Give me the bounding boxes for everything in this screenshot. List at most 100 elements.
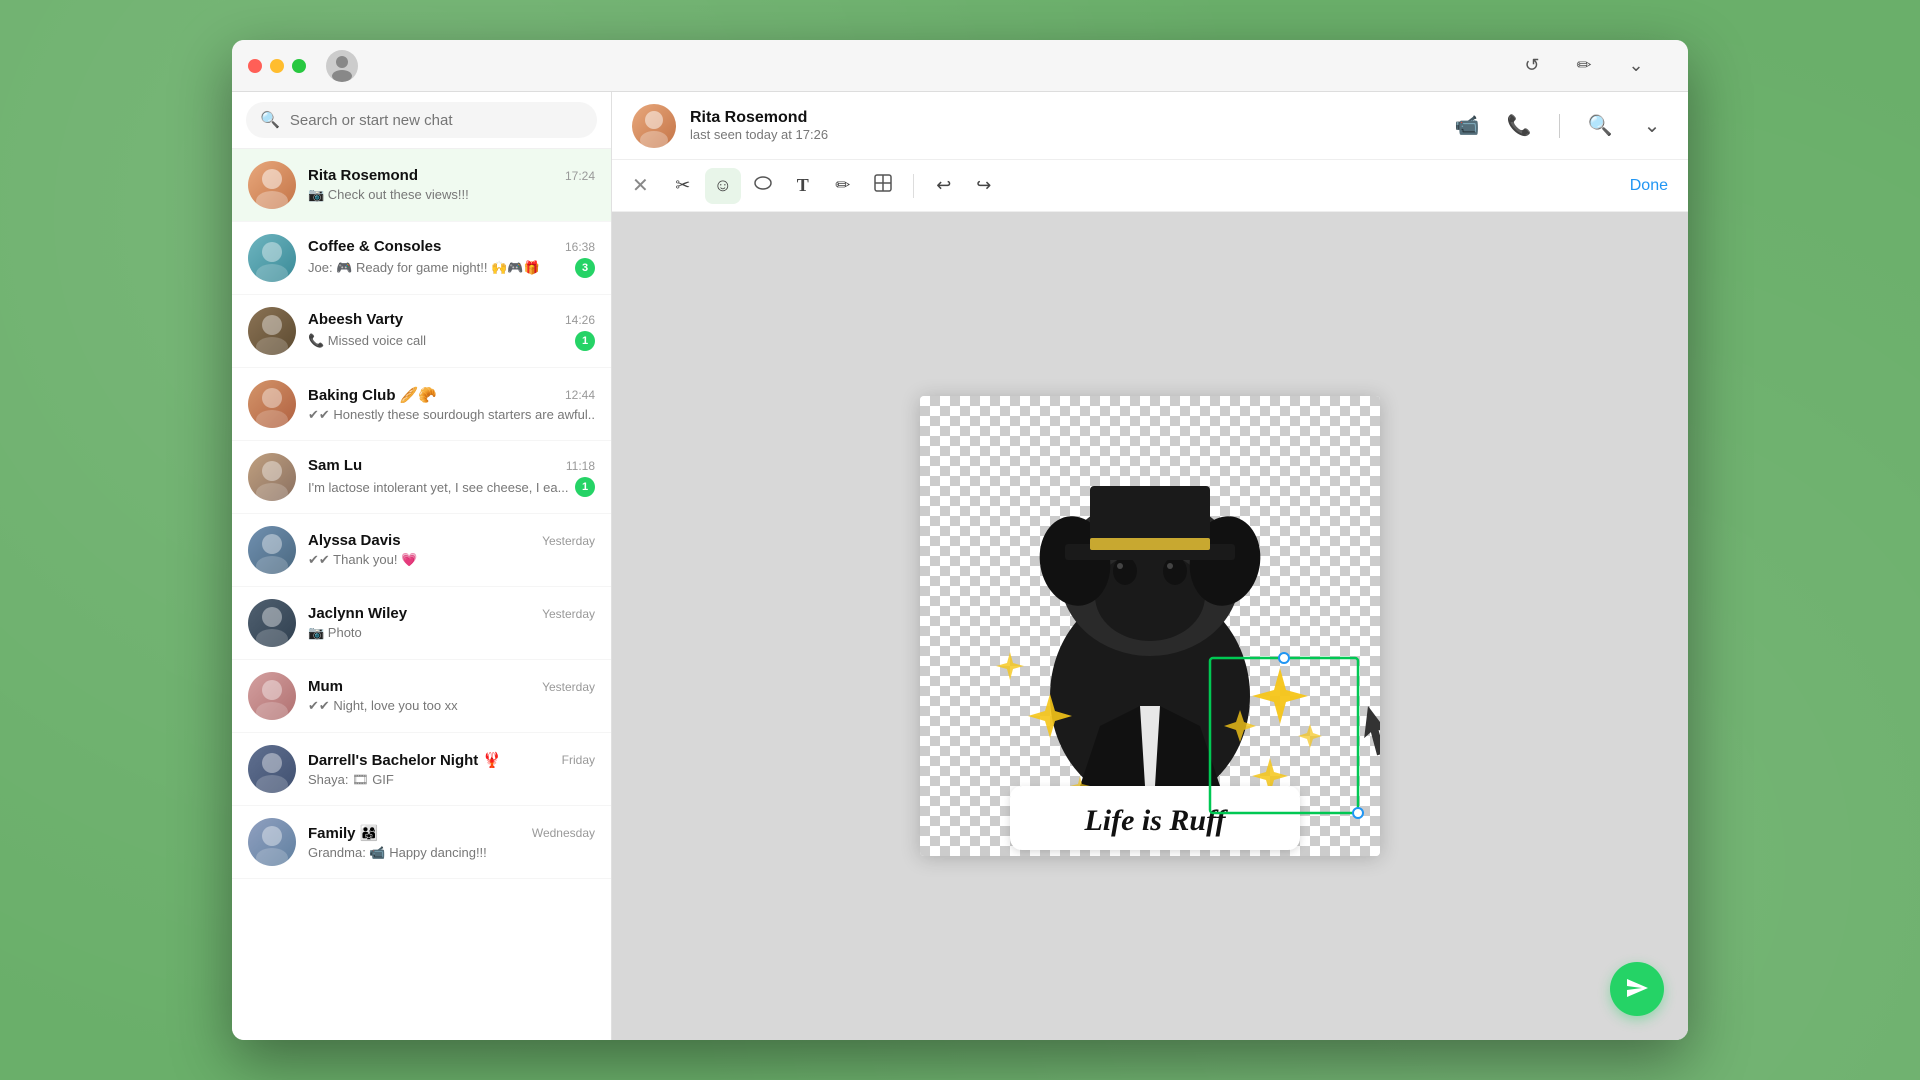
- chat-name: Darrell's Bachelor Night 🦞: [308, 751, 501, 769]
- search-bar: 🔍: [232, 92, 611, 149]
- refresh-button[interactable]: ↺: [1516, 50, 1548, 82]
- chat-item[interactable]: Sam Lu 11:18 I'm lactose intolerant yet,…: [232, 441, 611, 514]
- maximize-button[interactable]: [292, 59, 306, 73]
- chat-name: Abeesh Varty: [308, 311, 403, 328]
- avatar: [248, 672, 296, 720]
- video-call-button[interactable]: 📹: [1451, 110, 1483, 142]
- canvas-svg: Life is Ruff: [920, 396, 1380, 856]
- unread-badge: 3: [575, 258, 595, 278]
- undo-icon: ↩: [936, 175, 951, 196]
- pen-tool-button[interactable]: ✏: [825, 168, 861, 204]
- chat-info: Mum Yesterday ✔✔ Night, love you too xx: [308, 678, 595, 714]
- sidebar: 🔍 Rita Rosemond 17:24: [232, 92, 612, 1040]
- avatar: [248, 161, 296, 209]
- close-icon: ✕: [632, 175, 649, 197]
- dropdown-icon: ⌄: [1628, 55, 1643, 76]
- contact-info: Rita Rosemond last seen today at 17:26: [690, 109, 1437, 142]
- chat-name: Jaclynn Wiley: [308, 605, 407, 622]
- search-icon: 🔍: [1588, 113, 1613, 138]
- avatar: [248, 307, 296, 355]
- more-icon: ⌄: [1644, 113, 1661, 138]
- redo-icon: ↪: [976, 175, 991, 196]
- chat-preview: Shaya: 🎞 GIF: [308, 772, 595, 788]
- avatar: [248, 599, 296, 647]
- send-button[interactable]: [1610, 962, 1664, 1016]
- chat-info: Abeesh Varty 14:26 📞 Missed voice call 1: [308, 311, 595, 351]
- avatar: [248, 380, 296, 428]
- transform-icon: [873, 173, 893, 198]
- contact-actions: 📹 📞 🔍 ⌄: [1451, 110, 1668, 142]
- more-button[interactable]: ⌄: [1636, 110, 1668, 142]
- divider: [1559, 114, 1560, 138]
- emoji-tool-button[interactable]: ☺: [705, 168, 741, 204]
- close-button[interactable]: [248, 59, 262, 73]
- image-canvas[interactable]: Life is Ruff: [920, 396, 1380, 856]
- avatar: [248, 453, 296, 501]
- search-input[interactable]: [290, 112, 583, 129]
- lasso-tool-button[interactable]: [745, 168, 781, 204]
- toolbar-separator: [913, 174, 914, 198]
- emoji-icon: ☺: [714, 175, 732, 196]
- chat-preview: ✔✔ Honestly these sourdough starters are…: [308, 407, 595, 423]
- chat-info: Coffee & Consoles 16:38 Joe: 🎮 Ready for…: [308, 238, 595, 278]
- chat-preview: ✔✔ Thank you! 💗: [308, 552, 595, 568]
- chat-time: Wednesday: [532, 826, 595, 840]
- chat-info: Rita Rosemond 17:24 📷 Check out these vi…: [308, 167, 595, 203]
- search-button[interactable]: 🔍: [1584, 110, 1616, 142]
- text-tool-button[interactable]: T: [785, 168, 821, 204]
- dropdown-button[interactable]: ⌄: [1620, 50, 1652, 82]
- redo-button[interactable]: ↪: [966, 168, 1002, 204]
- titlebar: ↺ ✏ ⌄: [232, 40, 1688, 92]
- chat-preview: Joe: 🎮 Ready for game night!! 🙌🎮🎁 3: [308, 258, 595, 278]
- avatar: [248, 234, 296, 282]
- contact-avatar: [632, 104, 676, 148]
- call-button[interactable]: 📞: [1503, 110, 1535, 142]
- editor-toolbar: ✕ ✂ ☺ T ✏: [612, 160, 1688, 212]
- avatar: [248, 818, 296, 866]
- chat-item[interactable]: Darrell's Bachelor Night 🦞 Friday Shaya:…: [232, 733, 611, 806]
- traffic-lights: [248, 59, 306, 73]
- text-icon: T: [797, 175, 809, 196]
- minimize-button[interactable]: [270, 59, 284, 73]
- compose-button[interactable]: ✏: [1568, 50, 1600, 82]
- undo-button[interactable]: ↩: [926, 168, 962, 204]
- chat-item[interactable]: Jaclynn Wiley Yesterday 📷 Photo: [232, 587, 611, 660]
- chat-item[interactable]: Abeesh Varty 14:26 📞 Missed voice call 1: [232, 295, 611, 368]
- chat-list: Rita Rosemond 17:24 📷 Check out these vi…: [232, 149, 611, 1040]
- done-button[interactable]: Done: [1630, 177, 1668, 195]
- chat-name: Family 👨‍👩‍👧: [308, 824, 378, 842]
- chat-time: 12:44: [565, 388, 595, 402]
- svg-text:Life is Ruff: Life is Ruff: [1083, 804, 1228, 837]
- chat-time: Friday: [562, 753, 595, 767]
- chat-item[interactable]: Baking Club 🥖🥐 12:44 ✔✔ Honestly these s…: [232, 368, 611, 441]
- lasso-icon: [753, 173, 773, 198]
- avatar: [248, 745, 296, 793]
- user-avatar[interactable]: [326, 50, 358, 82]
- chat-item[interactable]: Rita Rosemond 17:24 📷 Check out these vi…: [232, 149, 611, 222]
- chat-item[interactable]: Coffee & Consoles 16:38 Joe: 🎮 Ready for…: [232, 222, 611, 295]
- contact-status: last seen today at 17:26: [690, 127, 1437, 142]
- contact-name: Rita Rosemond: [690, 109, 1437, 127]
- chat-preview: I'm lactose intolerant yet, I see cheese…: [308, 477, 595, 497]
- chat-name: Baking Club 🥖🥐: [308, 386, 437, 404]
- refresh-icon: ↺: [1524, 55, 1539, 76]
- chat-name: Mum: [308, 678, 343, 695]
- chat-item[interactable]: Family 👨‍👩‍👧 Wednesday Grandma: 📹 Happy …: [232, 806, 611, 879]
- chat-item[interactable]: Alyssa Davis Yesterday ✔✔ Thank you! 💗: [232, 514, 611, 587]
- send-icon: [1625, 976, 1649, 1003]
- crop-tool-button[interactable]: ✂: [665, 168, 701, 204]
- chat-item[interactable]: Mum Yesterday ✔✔ Night, love you too xx: [232, 660, 611, 733]
- close-editor-button[interactable]: ✕: [632, 173, 649, 198]
- chat-time: Yesterday: [542, 607, 595, 621]
- chat-info: Sam Lu 11:18 I'm lactose intolerant yet,…: [308, 457, 595, 497]
- editor-panel: Rita Rosemond last seen today at 17:26 📹…: [612, 92, 1688, 1040]
- chat-name: Alyssa Davis: [308, 532, 401, 549]
- chat-preview: Grandma: 📹 Happy dancing!!!: [308, 845, 595, 861]
- chat-preview: 📷 Check out these views!!!: [308, 187, 595, 203]
- transform-tool-button[interactable]: [865, 168, 901, 204]
- chat-time: 11:18: [566, 459, 595, 473]
- chat-name: Sam Lu: [308, 457, 362, 474]
- unread-badge: 1: [575, 477, 595, 497]
- scissors-icon: ✂: [675, 175, 690, 196]
- chat-info: Family 👨‍👩‍👧 Wednesday Grandma: 📹 Happy …: [308, 824, 595, 861]
